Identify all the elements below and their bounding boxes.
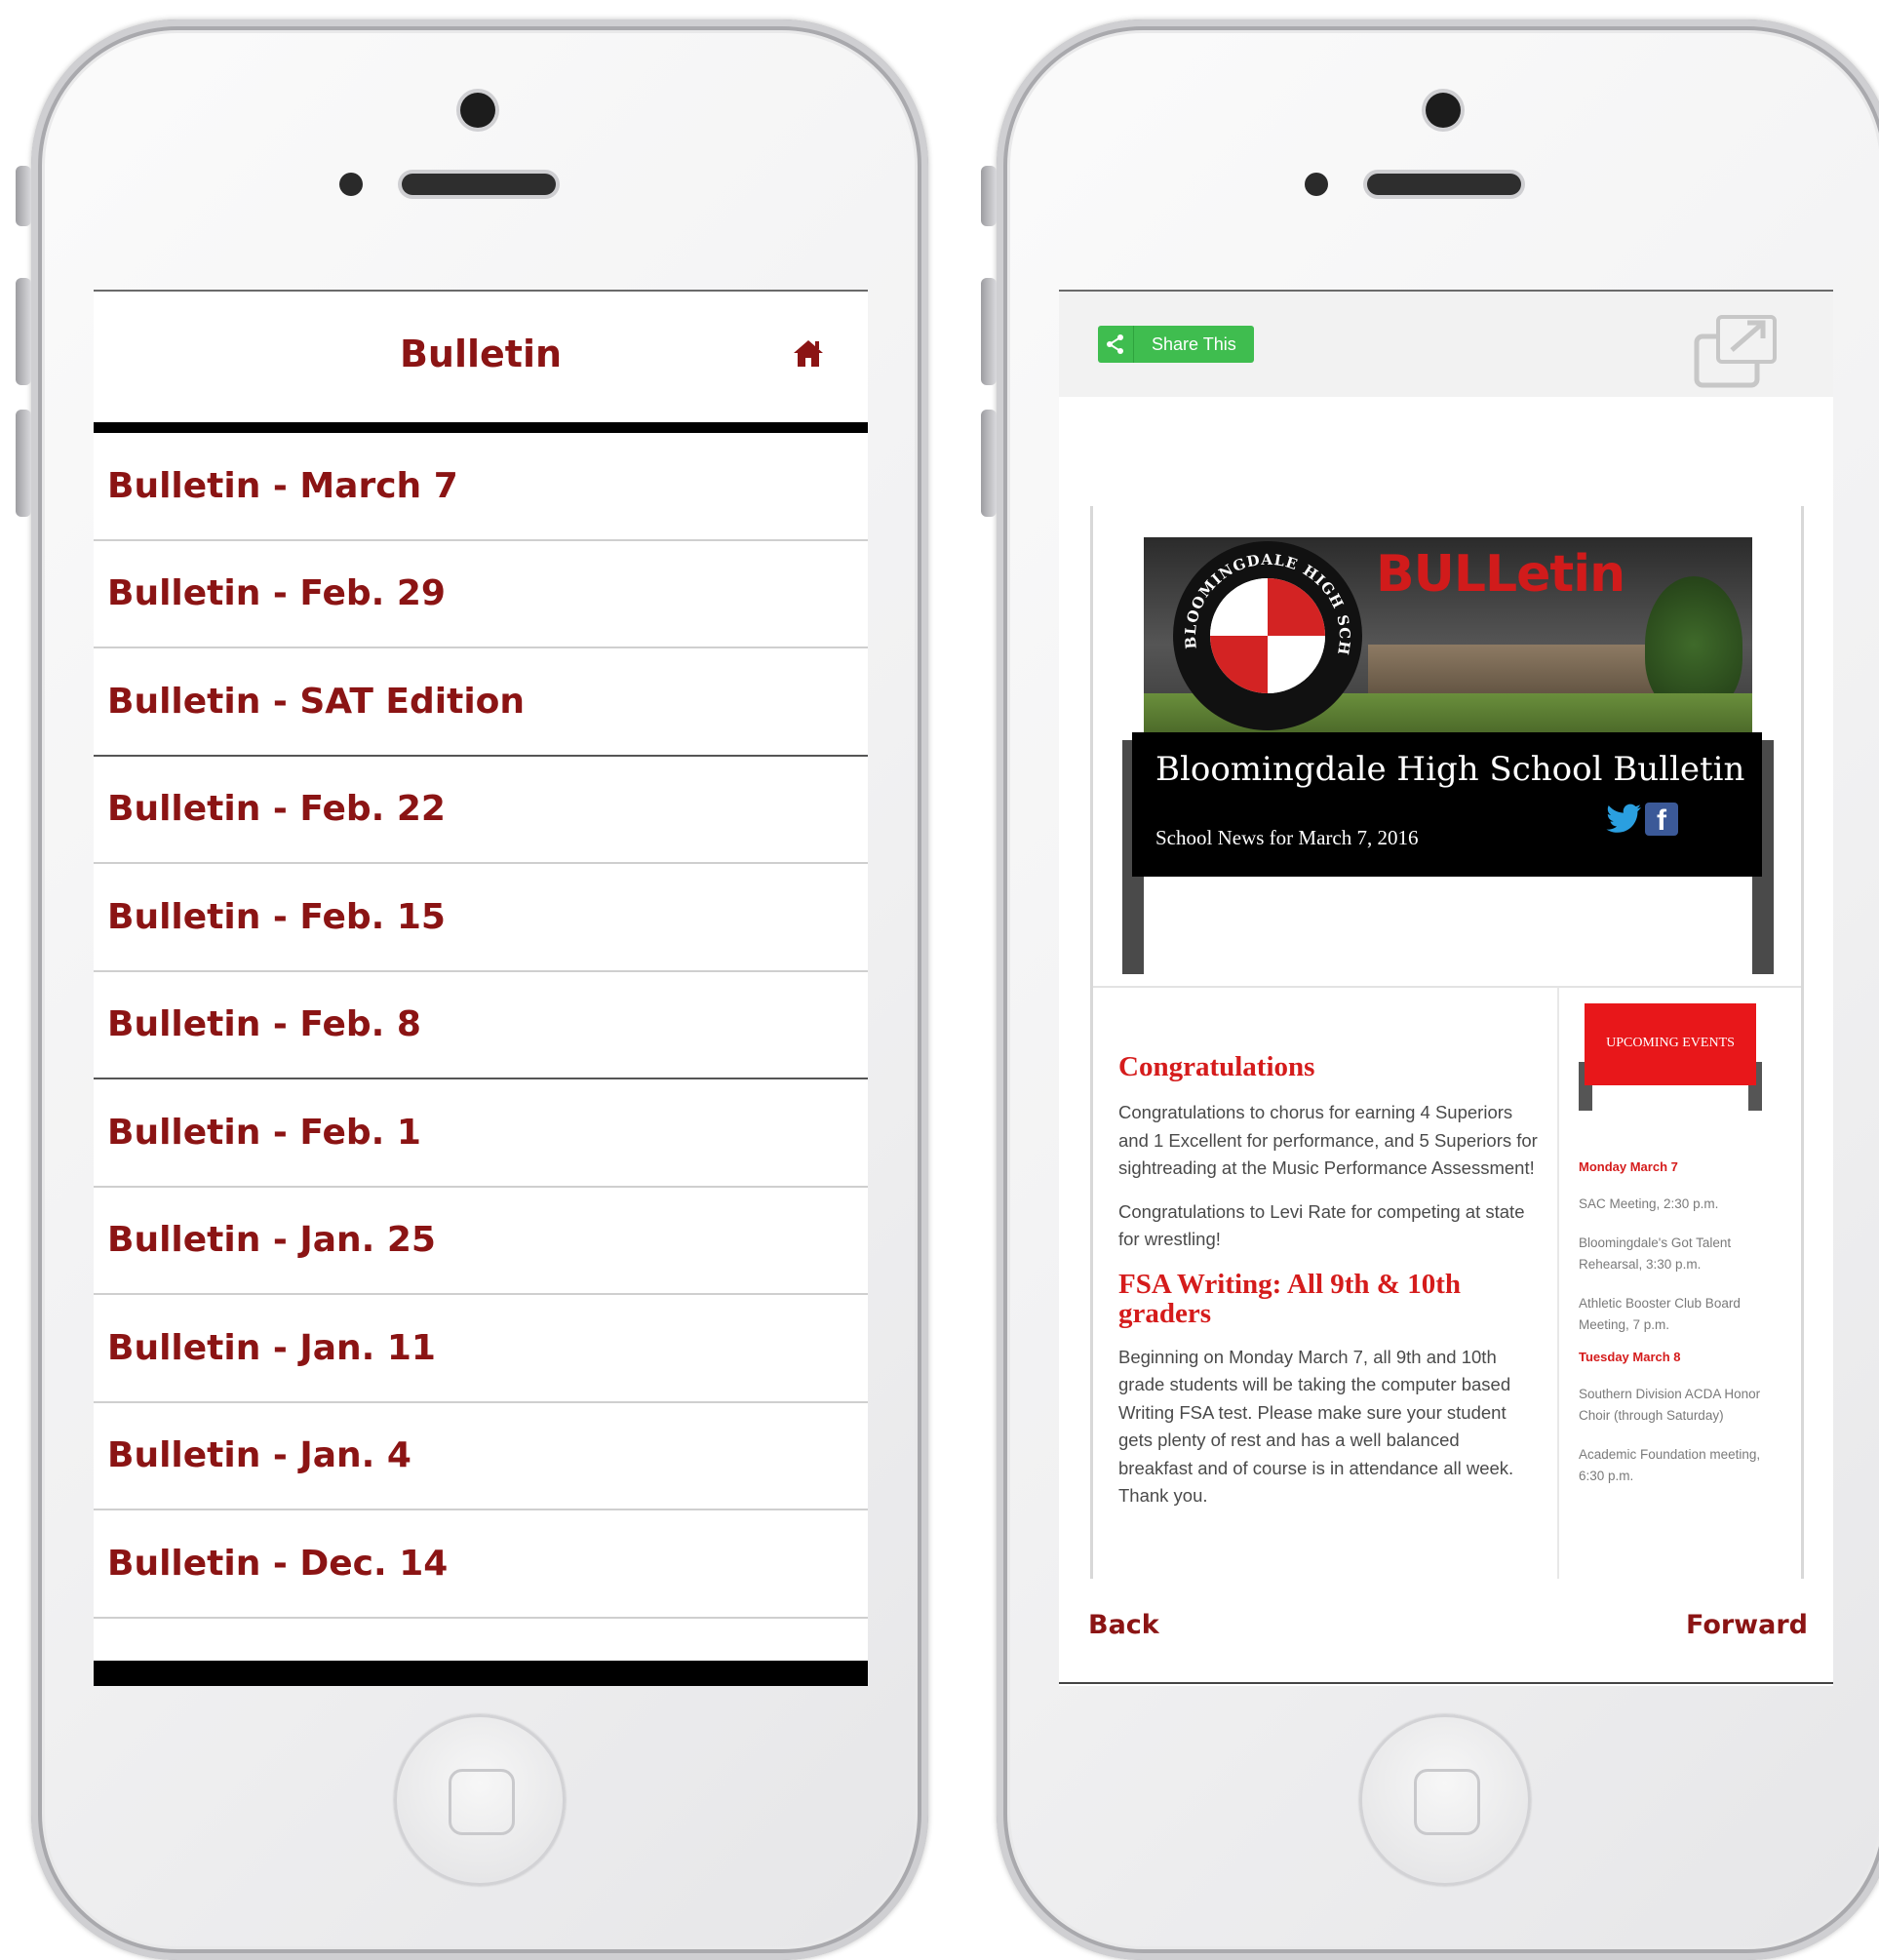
article-paragraph: Congratulations to Levi Rate for competi… xyxy=(1118,1200,1525,1250)
list-item[interactable]: Bulletin - Jan. 4 xyxy=(94,1403,868,1510)
earpiece-speaker xyxy=(1367,174,1521,195)
browser-nav-bar: Back Forward xyxy=(1059,1577,1833,1684)
twitter-icon[interactable] xyxy=(1606,801,1643,836)
home-icon[interactable] xyxy=(792,337,825,369)
event-item: Bloomingdale's Got Talent Rehearsal, 3:3… xyxy=(1579,1235,1732,1272)
home-button-square-icon xyxy=(449,1769,515,1835)
app-header: Bulletin xyxy=(94,292,868,433)
newsletter-banner: BLOOMINGDALE HIGH SCHOOL BULLetin xyxy=(1144,537,1752,732)
upcoming-events-sign: UPCOMING EVENTS xyxy=(1585,1003,1756,1085)
nav-bottom-divider xyxy=(1059,1682,1833,1684)
proximity-sensor xyxy=(1305,173,1328,196)
tree-image xyxy=(1645,576,1742,713)
section-heading-fsa: FSA Writing: All 9th & 10th graders xyxy=(1118,1268,1462,1329)
phone-frame-right: Share This BLOOMINGDALE HIGH SCHOOL xyxy=(981,20,1879,1960)
page-title: Bulletin xyxy=(399,333,563,375)
mute-switch xyxy=(981,166,997,226)
list-item[interactable]: Bulletin - Feb. 8 xyxy=(94,972,868,1079)
share-toolbar: Share This xyxy=(1059,292,1833,397)
open-external-icon[interactable] xyxy=(1693,309,1782,391)
earpiece-speaker xyxy=(402,174,556,195)
list-item[interactable]: Bulletin - Jan. 25 xyxy=(94,1188,868,1295)
list-item[interactable]: Bulletin - Feb. 29 xyxy=(94,541,868,648)
newsletter-title: Bloomingdale High School Bulletin xyxy=(1155,750,1745,789)
divider xyxy=(1093,986,1801,988)
article-column: Congratulations Congratulations to choru… xyxy=(1118,1052,1538,1526)
newsletter-content: BLOOMINGDALE HIGH SCHOOL BULLetin Bloomi… xyxy=(1090,506,1804,1579)
list-item[interactable]: Bulletin - March 7 xyxy=(94,433,868,541)
home-button[interactable] xyxy=(394,1714,566,1886)
mute-switch xyxy=(16,166,31,226)
bulletin-detail-screen: Share This BLOOMINGDALE HIGH SCHOOL xyxy=(1059,290,1833,1686)
event-item: Athletic Booster Club Board Meeting, 7 p… xyxy=(1579,1296,1741,1332)
list-item[interactable]: Bulletin - SAT Edition xyxy=(94,648,868,757)
volume-up-button xyxy=(16,278,31,385)
proximity-sensor xyxy=(339,173,363,196)
volume-down-button xyxy=(16,410,31,517)
volume-up-button xyxy=(981,278,997,385)
newsletter-subtitle: School News for March 7, 2016 xyxy=(1155,826,1419,849)
list-item[interactable]: Bulletin - Feb. 1 xyxy=(94,1079,868,1188)
events-list: Monday March 7 SAC Meeting, 2:30 p.m. Bl… xyxy=(1579,1159,1774,1505)
home-button-square-icon xyxy=(1414,1769,1480,1835)
school-seal-logo: BLOOMINGDALE HIGH SCHOOL xyxy=(1173,541,1362,730)
event-item: SAC Meeting, 2:30 p.m. xyxy=(1579,1196,1719,1211)
home-button[interactable] xyxy=(1359,1714,1531,1886)
event-day-heading: Tuesday March 8 xyxy=(1579,1350,1681,1364)
article-paragraph: Beginning on Monday March 7, all 9th and… xyxy=(1118,1346,1514,1507)
bulletin-list-screen: Bulletin Bulletin - March 7 Bulletin - F… xyxy=(94,290,868,1686)
event-day-heading: Monday March 7 xyxy=(1579,1159,1678,1174)
seal-shield xyxy=(1210,578,1325,693)
phone-frame-left: Bulletin Bulletin - March 7 Bulletin - F… xyxy=(16,20,928,1960)
list-item[interactable]: Bulletin - Jan. 11 xyxy=(94,1295,868,1403)
list-item[interactable]: Bulletin - Feb. 22 xyxy=(94,757,868,864)
list-item[interactable]: Bulletin - Feb. 15 xyxy=(94,864,868,972)
bulletin-logo-text: BULLetin xyxy=(1376,545,1625,604)
forward-button[interactable]: Forward xyxy=(1686,1610,1808,1640)
facebook-icon[interactable]: f xyxy=(1645,803,1678,837)
front-camera xyxy=(460,93,495,128)
bulletin-list: Bulletin - March 7 Bulletin - Feb. 29 Bu… xyxy=(94,433,868,1619)
list-item[interactable]: Bulletin - Dec. 14 xyxy=(94,1510,868,1619)
back-button[interactable]: Back xyxy=(1088,1610,1159,1640)
section-heading-congratulations: Congratulations xyxy=(1118,1051,1315,1082)
article-paragraph: Congratulations to chorus for earning 4 … xyxy=(1118,1102,1538,1178)
list-footer-bar xyxy=(94,1661,868,1686)
column-divider xyxy=(1557,988,1559,1579)
event-item: Academic Foundation meeting, 6:30 p.m. xyxy=(1579,1447,1761,1483)
share-icon xyxy=(1098,326,1134,363)
front-camera xyxy=(1426,93,1461,128)
volume-down-button xyxy=(981,410,997,517)
newsletter-sign: Bloomingdale High School Bulletin School… xyxy=(1132,732,1762,877)
share-button-label: Share This xyxy=(1152,333,1236,354)
event-item: Southern Division ACDA Honor Choir (thro… xyxy=(1579,1387,1761,1423)
share-button[interactable]: Share This xyxy=(1098,326,1254,363)
